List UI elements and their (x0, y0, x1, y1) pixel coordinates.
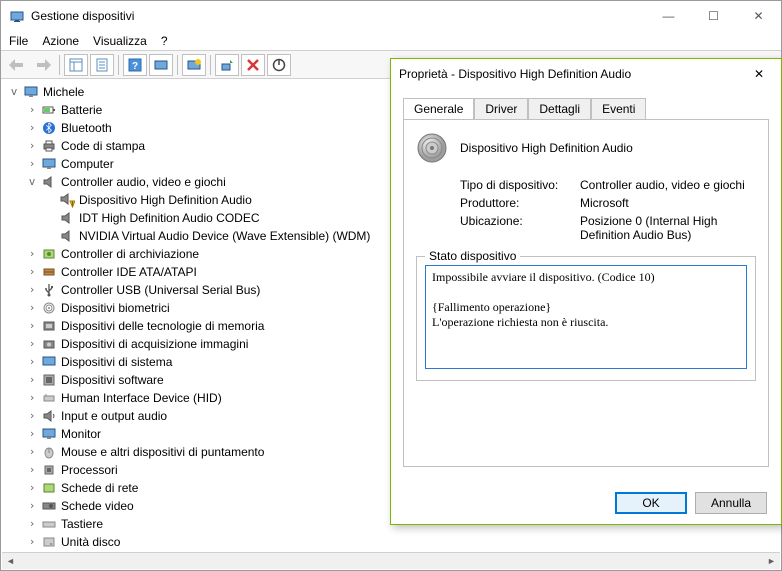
device-large-icon (416, 132, 448, 164)
tab-driver[interactable]: Driver (474, 98, 528, 120)
bluetooth-icon (41, 120, 57, 136)
scan-button[interactable] (149, 54, 173, 76)
speaker-icon (41, 174, 57, 190)
properties-button[interactable] (90, 54, 114, 76)
status-textbox[interactable] (425, 265, 747, 369)
menu-help[interactable]: ? (161, 34, 168, 48)
camera-icon (41, 336, 57, 352)
disk-icon (41, 534, 57, 550)
speaker-warn-icon: ! (59, 192, 75, 208)
update-driver-button[interactable] (182, 54, 206, 76)
tab-eventi[interactable]: Eventi (591, 98, 646, 120)
speaker-icon (59, 210, 75, 226)
scroll-left-button[interactable]: ◄ (2, 553, 19, 569)
tab-generale[interactable]: Generale (403, 98, 474, 120)
scroll-right-button[interactable]: ► (763, 553, 780, 569)
enable-button[interactable] (267, 54, 291, 76)
dialog-tabs: Generale Driver Dettagli Eventi (391, 89, 781, 119)
status-legend: Stato dispositivo (425, 249, 520, 263)
close-button[interactable]: ✕ (736, 1, 781, 31)
storage-icon (41, 246, 57, 262)
back-button[interactable] (5, 54, 29, 76)
tab-dettagli[interactable]: Dettagli (528, 98, 591, 120)
computer-icon (23, 84, 39, 100)
uninstall-button[interactable] (215, 54, 239, 76)
menu-azione[interactable]: Azione (42, 34, 79, 48)
tipo-value: Controller audio, video e giochi (580, 178, 756, 192)
disable-button[interactable] (241, 54, 265, 76)
devmgr-icon (9, 8, 25, 24)
tipo-label: Tipo di dispositivo: (460, 178, 580, 192)
battery-icon (41, 102, 57, 118)
menu-visualizza[interactable]: Visualizza (93, 34, 147, 48)
tab-body: Dispositivo High Definition Audio Tipo d… (403, 119, 769, 467)
ubicazione-label: Ubicazione: (460, 214, 580, 242)
ok-button[interactable]: OK (615, 492, 687, 514)
window-title: Gestione dispositivi (31, 9, 646, 23)
dialog-close-button[interactable]: ✕ (745, 67, 773, 81)
fingerprint-icon (41, 300, 57, 316)
memory-icon (41, 318, 57, 334)
mouse-icon (41, 444, 57, 460)
show-hidden-button[interactable] (64, 54, 88, 76)
printer-icon (41, 138, 57, 154)
audio-io-icon (41, 408, 57, 424)
monitor-icon (41, 426, 57, 442)
software-icon (41, 372, 57, 388)
maximize-button[interactable]: ☐ (691, 1, 736, 31)
pc-icon (41, 156, 57, 172)
ide-icon (41, 264, 57, 280)
cancel-button[interactable]: Annulla (695, 492, 767, 514)
forward-button[interactable] (31, 54, 55, 76)
keyboard-icon (41, 516, 57, 532)
help-button[interactable]: ? (123, 54, 147, 76)
produttore-label: Produttore: (460, 196, 580, 210)
produttore-value: Microsoft (580, 196, 756, 210)
cpu-icon (41, 462, 57, 478)
menu-file[interactable]: File (9, 34, 28, 48)
properties-dialog: Proprietà - Dispositivo High Definition … (390, 58, 782, 525)
hid-icon (41, 390, 57, 406)
horizontal-scrollbar[interactable]: ◄ ► (2, 552, 780, 569)
speaker-icon (59, 228, 75, 244)
tree-disco[interactable]: ›Unità disco (7, 533, 781, 551)
usb-icon (41, 282, 57, 298)
network-icon (41, 480, 57, 496)
system-icon (41, 354, 57, 370)
ubicazione-value: Posizione 0 (Internal High Definition Au… (580, 214, 756, 242)
svg-text:?: ? (132, 61, 138, 72)
gpu-icon (41, 498, 57, 514)
dialog-title: Proprietà - Dispositivo High Definition … (399, 67, 745, 81)
menubar: File Azione Visualizza ? (1, 31, 781, 51)
minimize-button[interactable]: — (646, 1, 691, 31)
device-name: Dispositivo High Definition Audio (460, 141, 633, 155)
